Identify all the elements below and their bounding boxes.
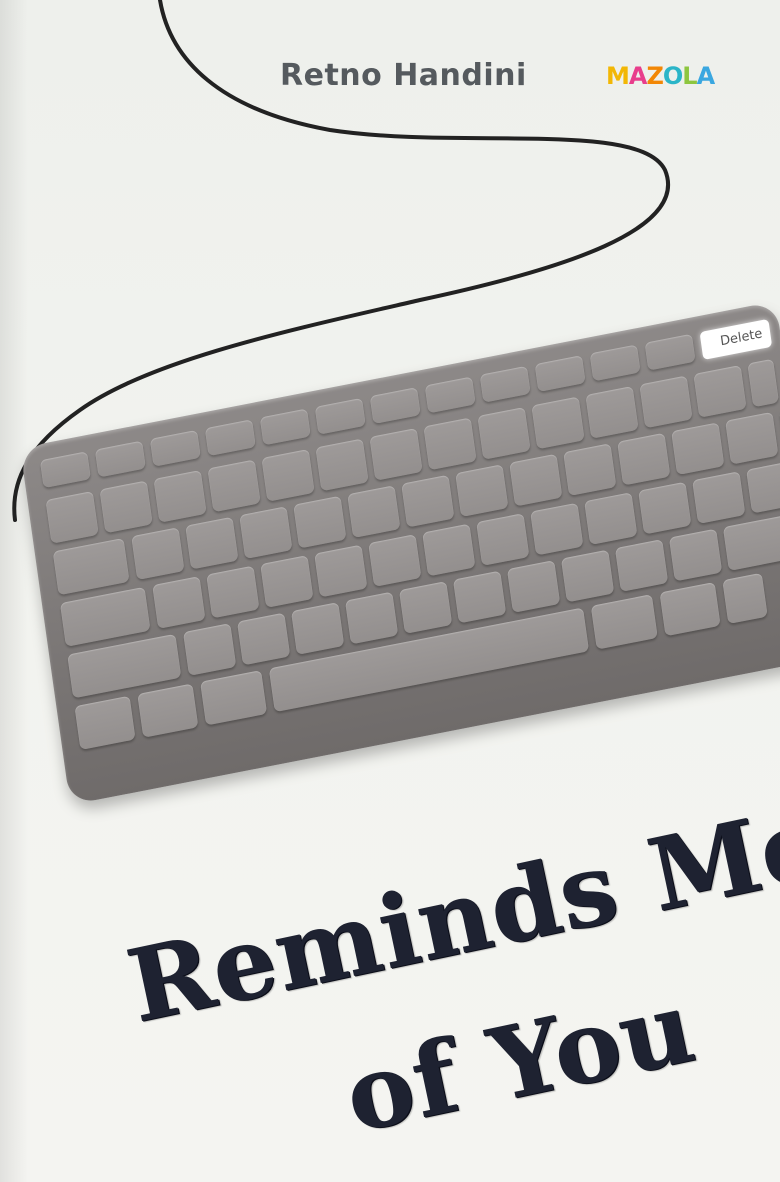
publisher-logo: MAZOLA [606, 62, 716, 90]
keyboard-key [692, 471, 746, 524]
keyboard-key [563, 443, 617, 497]
keyboard-key [746, 458, 780, 514]
keyboard-key [206, 565, 260, 619]
function-key [314, 397, 366, 435]
keyboard-key [261, 448, 315, 502]
keyboard-key [530, 502, 584, 556]
keyboard-icon: Delete [20, 301, 780, 805]
keyboard-key [452, 570, 507, 624]
keyboard-key [74, 695, 136, 750]
keyboard-key [671, 422, 725, 476]
keyboard-key [237, 612, 291, 666]
function-key [259, 408, 311, 446]
function-key [589, 344, 641, 382]
publisher-letter: Z [646, 62, 663, 90]
function-key [424, 376, 476, 414]
keyboard-key [617, 432, 671, 486]
keyboard-key [423, 417, 477, 471]
function-key [644, 333, 696, 371]
keyboard-key [291, 602, 345, 655]
keyboard-key [560, 549, 615, 603]
keyboard-key [506, 560, 561, 613]
function-key [204, 419, 256, 457]
publisher-letter: L [682, 62, 697, 90]
keyboard-key [509, 453, 563, 507]
keyboard-key [399, 581, 453, 634]
keyboard-key [531, 396, 585, 450]
keyboard-key [200, 670, 268, 726]
keyboard-key [401, 474, 455, 528]
keyboard-key [152, 576, 206, 629]
keyboard-key [59, 586, 151, 647]
keyboard-key [368, 534, 422, 587]
keyboard-key [725, 411, 779, 465]
author-name: Retno Handini [280, 58, 527, 93]
keyboard-key [638, 481, 692, 535]
keyboard-key [45, 490, 99, 544]
publisher-letter: A [696, 62, 716, 90]
keyboard-key [207, 459, 261, 513]
function-key [479, 365, 531, 403]
keyboard-key [722, 572, 768, 625]
function-key [39, 451, 91, 489]
keyboard-key [293, 495, 347, 549]
function-key [369, 387, 421, 425]
publisher-letter: M [606, 62, 630, 90]
keyboard-key [369, 427, 423, 481]
keyboard-key [477, 406, 531, 460]
keyboard-key [614, 539, 669, 592]
keyboard-key [239, 506, 293, 560]
keyboard-key [590, 594, 658, 650]
function-key [534, 355, 586, 393]
keyboard-key [185, 516, 239, 570]
keyboard-key [668, 528, 723, 582]
keyboard-key [476, 513, 530, 566]
keyboard-key [639, 375, 693, 429]
keyboard-key [585, 385, 639, 439]
keyboard-key [584, 492, 638, 545]
keyboard-key [315, 438, 369, 492]
keyboard-key [260, 555, 314, 608]
publisher-letter: O [662, 62, 683, 90]
keyboard-key [747, 358, 779, 408]
keyboard-key [422, 523, 476, 577]
keyboard-key [52, 537, 130, 596]
publisher-letter: A [628, 62, 648, 90]
book-cover: Retno Handini MAZOLA ajarkan aku cara me… [0, 0, 780, 1182]
keyboard-key [153, 469, 207, 523]
keyboard-key [183, 623, 237, 676]
keyboard-key [659, 581, 721, 637]
keyboard-key [314, 544, 368, 598]
keyboard-key [455, 464, 509, 518]
keyboard-key [347, 485, 401, 539]
delete-key: Delete [699, 318, 773, 360]
keyboard-key [137, 683, 199, 738]
keyboard-key [131, 527, 185, 581]
keyboard-key [99, 480, 153, 534]
keyboard-key [722, 510, 780, 571]
keyboard-key [693, 365, 747, 418]
function-key [149, 429, 201, 467]
book-title-line2: of You [335, 966, 705, 1156]
keyboard-key [345, 591, 399, 645]
function-key [94, 440, 146, 478]
